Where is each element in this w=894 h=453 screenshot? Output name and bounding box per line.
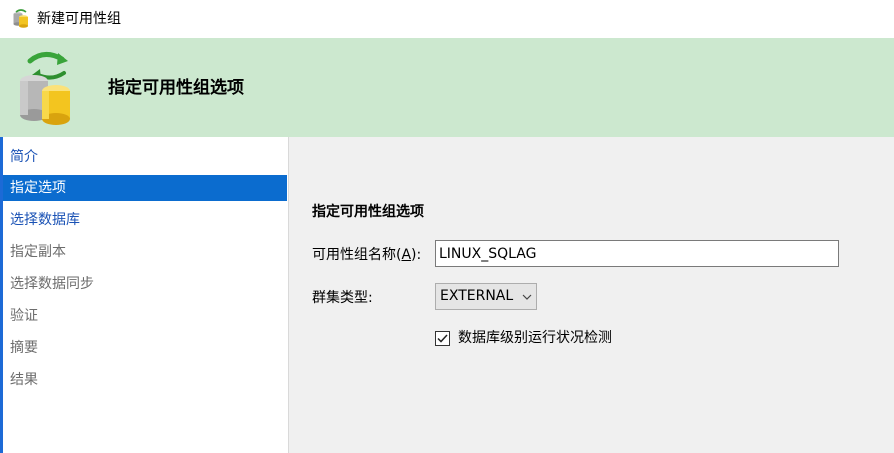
section-title: 指定可用性组选项 [312,204,424,220]
sidebar-item-introduction[interactable]: 简介 [3,144,287,170]
cluster-type-dropdown[interactable]: EXTERNAL [435,283,537,310]
health-check-label: 数据库级别运行状况检测 [458,330,612,346]
cluster-type-value: EXTERNAL [440,288,514,304]
sidebar-item-select-databases[interactable]: 选择数据库 [3,207,287,233]
health-check-option[interactable]: 数据库级别运行状况检测 [435,329,612,347]
title-bar: 新建可用性组 [0,0,894,38]
window-title: 新建可用性组 [37,11,121,27]
group-name-label: 可用性组名称(A): [312,247,422,263]
page-heading: 指定可用性组选项 [108,78,244,98]
chevron-down-icon [518,284,536,309]
sidebar-item-results: 结果 [10,372,38,388]
options-panel: 指定可用性组选项 可用性组名称(A): 群集类型: EXTERNAL 数据库级别… [289,137,894,453]
sidebar-item-validation: 验证 [10,308,38,324]
cluster-type-label: 群集类型: [312,290,373,306]
checkmark-icon [437,333,448,343]
group-name-input[interactable] [435,240,839,267]
sidebar-item-specify-options[interactable]: 指定选项 [3,175,287,201]
availability-group-icon [13,9,28,28]
sidebar-item-summary: 摘要 [10,340,38,356]
wizard-steps-sidebar: 简介 指定选项 选择数据库 指定副本 选择数据同步 验证 摘要 结果 [3,137,288,453]
sidebar-item-data-synchronization: 选择数据同步 [10,276,94,292]
health-check-checkbox[interactable] [435,330,450,346]
database-sync-icon [20,52,70,125]
wizard-header: 指定可用性组选项 [0,38,894,137]
sidebar-item-specify-replicas: 指定副本 [10,244,66,260]
